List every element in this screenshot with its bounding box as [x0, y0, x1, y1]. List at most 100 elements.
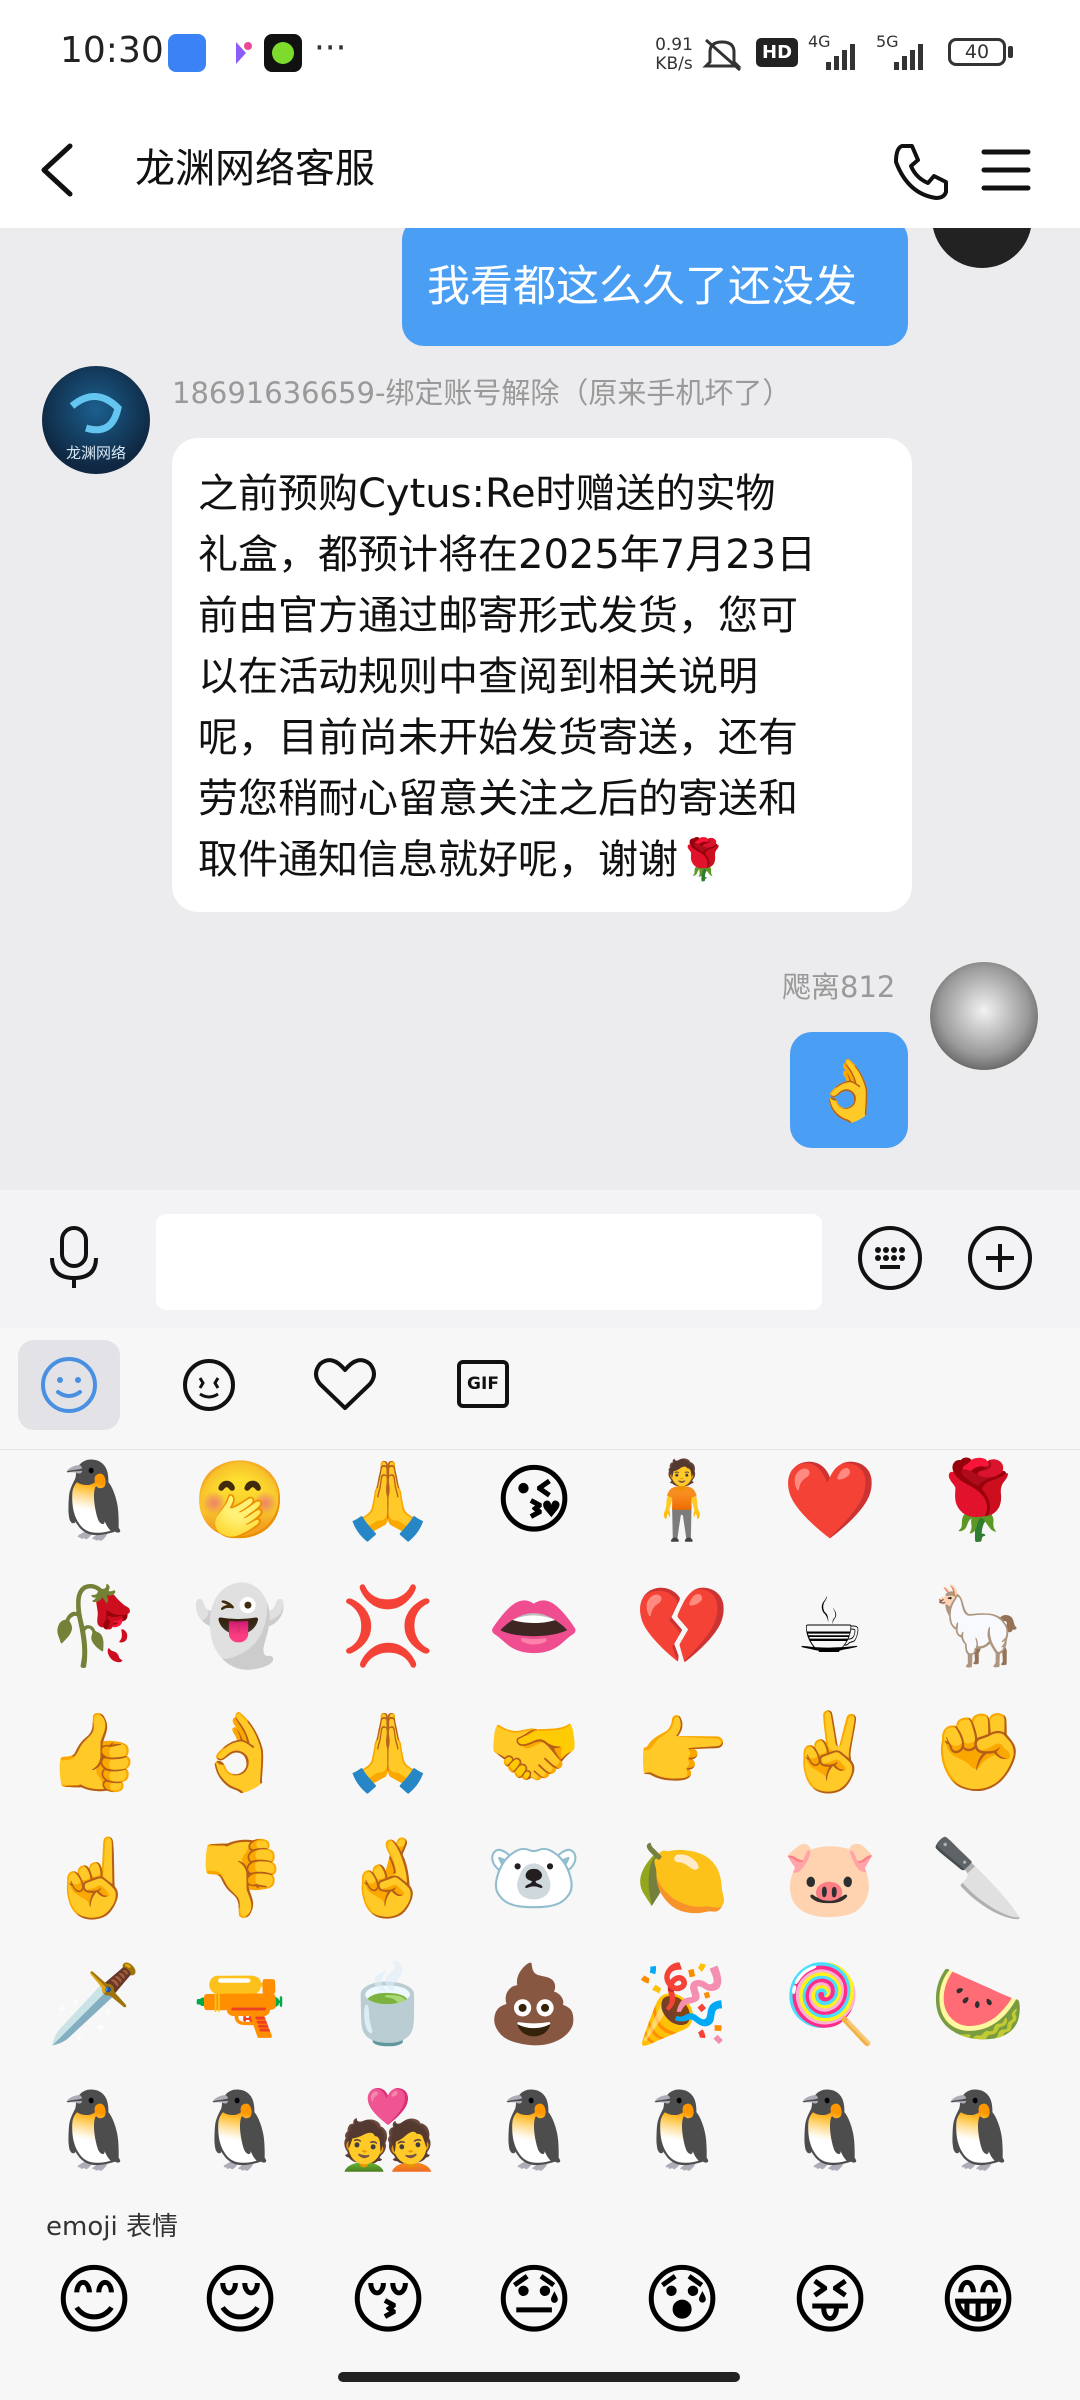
emoji-item[interactable]: 🐧	[484, 2080, 584, 2180]
emoji-item[interactable]: 🍵	[338, 1954, 438, 2054]
heart-outline-icon	[314, 1358, 376, 1410]
battery-tip	[1008, 46, 1013, 58]
emoji-item[interactable]: 💑	[338, 2080, 438, 2180]
message-bubble-received[interactable]: 之前预购Cytus:Re时赠送的实物 礼盒，都预计将在2025年7月23日 前由…	[172, 438, 912, 912]
user-avatar[interactable]	[930, 962, 1038, 1070]
signal-4g: 4G	[808, 32, 868, 80]
emoji-item[interactable]: 🥀	[44, 1576, 144, 1676]
agent-name: 18691636659-绑定账号解除（原来手机坏了）	[172, 376, 792, 410]
emoji-item[interactable]: 👌	[190, 1702, 290, 1802]
emoji-tabs: GIF	[0, 1328, 1080, 1450]
emoji-item[interactable]: 🍭	[780, 1954, 880, 2054]
emoji-item[interactable]: ☕	[780, 1576, 880, 1676]
app-notification-icon	[222, 34, 260, 72]
emoji-item[interactable]: ✊	[928, 1702, 1028, 1802]
call-button[interactable]	[878, 130, 958, 210]
battery-icon: 40	[948, 38, 1006, 66]
emoji-item[interactable]: ☝️	[44, 1828, 144, 1928]
emoji-item[interactable]: ❤️	[780, 1450, 880, 1550]
message-line: 劳您稍耐心留意关注之后的寄送和	[198, 776, 798, 822]
emoji-item[interactable]: 👎	[190, 1828, 290, 1928]
hamburger-menu-icon	[981, 149, 1031, 191]
smiley-icon	[41, 1357, 97, 1413]
message-input[interactable]	[156, 1214, 822, 1310]
emoji-item[interactable]: 🐷	[780, 1828, 880, 1928]
emoji-item[interactable]: 🐻‍❄️	[484, 1828, 584, 1928]
emoji-item[interactable]: 🙏	[338, 1702, 438, 1802]
keyboard-button[interactable]	[850, 1218, 930, 1298]
emoji-item[interactable]: 💢	[338, 1576, 438, 1676]
hd-badge: HD	[756, 38, 799, 67]
status-time: 10:30	[60, 30, 164, 71]
tab-smiley[interactable]	[18, 1340, 120, 1430]
emoji-item[interactable]: 😰	[632, 2250, 732, 2350]
emoji-item[interactable]: 🤭	[190, 1450, 290, 1550]
home-indicator[interactable]	[338, 2372, 740, 2382]
keyboard-icon	[858, 1226, 922, 1290]
message-line: 之前预购Cytus:Re时赠送的实物	[198, 471, 776, 517]
chat-header: 龙渊网络客服	[0, 110, 1080, 228]
emoji-item[interactable]: 🍉	[928, 1954, 1028, 2054]
phone-icon	[894, 144, 948, 200]
more-button[interactable]	[960, 1218, 1040, 1298]
emoji-item[interactable]: 😊	[44, 2250, 144, 2350]
emoji-item[interactable]: 🙏	[338, 1450, 438, 1550]
tab-favorites[interactable]	[294, 1340, 396, 1430]
status-bar: 10:30 ··· 0.91 KB/s HD 4G 5G 40	[0, 0, 1080, 110]
emoji-item[interactable]: 🦙	[928, 1576, 1028, 1676]
agent-avatar[interactable]: 龙渊网络	[42, 366, 150, 474]
message-line: 礼盒，都预计将在2025年7月23日	[198, 532, 817, 578]
emoji-item[interactable]: 🔪	[928, 1828, 1028, 1928]
emoji-item[interactable]: 🧍	[632, 1450, 732, 1550]
emoji-item[interactable]: 👉	[632, 1702, 732, 1802]
sparkle-face-icon	[183, 1359, 235, 1411]
emoji-item[interactable]: 🤝	[484, 1702, 584, 1802]
tab-gif[interactable]: GIF	[432, 1340, 534, 1430]
message-bubble-sent[interactable]: 我看都这么久了还没发	[402, 228, 908, 346]
chat-messages[interactable]: 我看都这么久了还没发 龙渊网络 18691636659-绑定账号解除（原来手机坏…	[0, 228, 1080, 1208]
emoji-item[interactable]: 🗡️	[44, 1954, 144, 2054]
emoji-item[interactable]: 💔	[632, 1576, 732, 1676]
emoji-item[interactable]: 😁	[928, 2250, 1028, 2350]
emoji-item[interactable]: 🐧	[44, 1450, 144, 1550]
emoji-item[interactable]: 🐧	[190, 2080, 290, 2180]
emoji-section-label: emoji 表情	[46, 2212, 178, 2242]
emoji-item[interactable]: 😚	[338, 2250, 438, 2350]
emoji-item[interactable]: 💩	[484, 1954, 584, 2054]
emoji-item[interactable]: 😝	[780, 2250, 880, 2350]
tab-sparkle-face[interactable]	[158, 1340, 260, 1430]
emoji-item[interactable]: 👄	[484, 1576, 584, 1676]
emoji-item[interactable]: 🐧	[632, 2080, 732, 2180]
emoji-item[interactable]: 🐧	[780, 2080, 880, 2180]
back-button[interactable]	[30, 130, 110, 210]
emoji-item[interactable]: 👻	[190, 1576, 290, 1676]
user-name: 飔离812	[782, 970, 896, 1004]
emoji-item[interactable]: 🤞	[338, 1828, 438, 1928]
message-line: 以在活动规则中查阅到相关说明	[198, 654, 758, 700]
app-notification-icon	[264, 34, 302, 72]
more-notifications-icon: ···	[314, 28, 347, 68]
signal-5g: 5G	[876, 32, 936, 80]
emoji-item[interactable]: 🌹	[928, 1450, 1028, 1550]
page-title: 龙渊网络客服	[135, 146, 375, 192]
input-bar	[0, 1190, 1080, 1328]
emoji-item[interactable]: 👍	[44, 1702, 144, 1802]
chevron-left-icon	[41, 143, 73, 197]
network-speed: 0.91 KB/s	[655, 35, 693, 74]
voice-button[interactable]	[34, 1218, 114, 1298]
avatar[interactable]	[932, 228, 1032, 268]
emoji-item[interactable]: 🔫	[190, 1954, 290, 2054]
message-line: 取件通知信息就好呢，谢谢🌹	[198, 837, 728, 883]
emoji-item[interactable]: 😌	[190, 2250, 290, 2350]
emoji-item[interactable]: 😘	[484, 1450, 584, 1550]
emoji-item[interactable]: ✌️	[780, 1702, 880, 1802]
menu-button[interactable]	[968, 130, 1048, 210]
message-bubble-sent[interactable]: 👌	[790, 1032, 908, 1148]
message-line: 呢，目前尚未开始发货寄送，还有	[198, 715, 798, 761]
emoji-item[interactable]: 😓	[484, 2250, 584, 2350]
emoji-item[interactable]: 🎉	[632, 1954, 732, 2054]
emoji-item[interactable]: 🐧	[44, 2080, 144, 2180]
emoji-item[interactable]: 🐧	[928, 2080, 1028, 2180]
plus-circle-icon	[968, 1226, 1032, 1290]
emoji-item[interactable]: 🍋	[632, 1828, 732, 1928]
